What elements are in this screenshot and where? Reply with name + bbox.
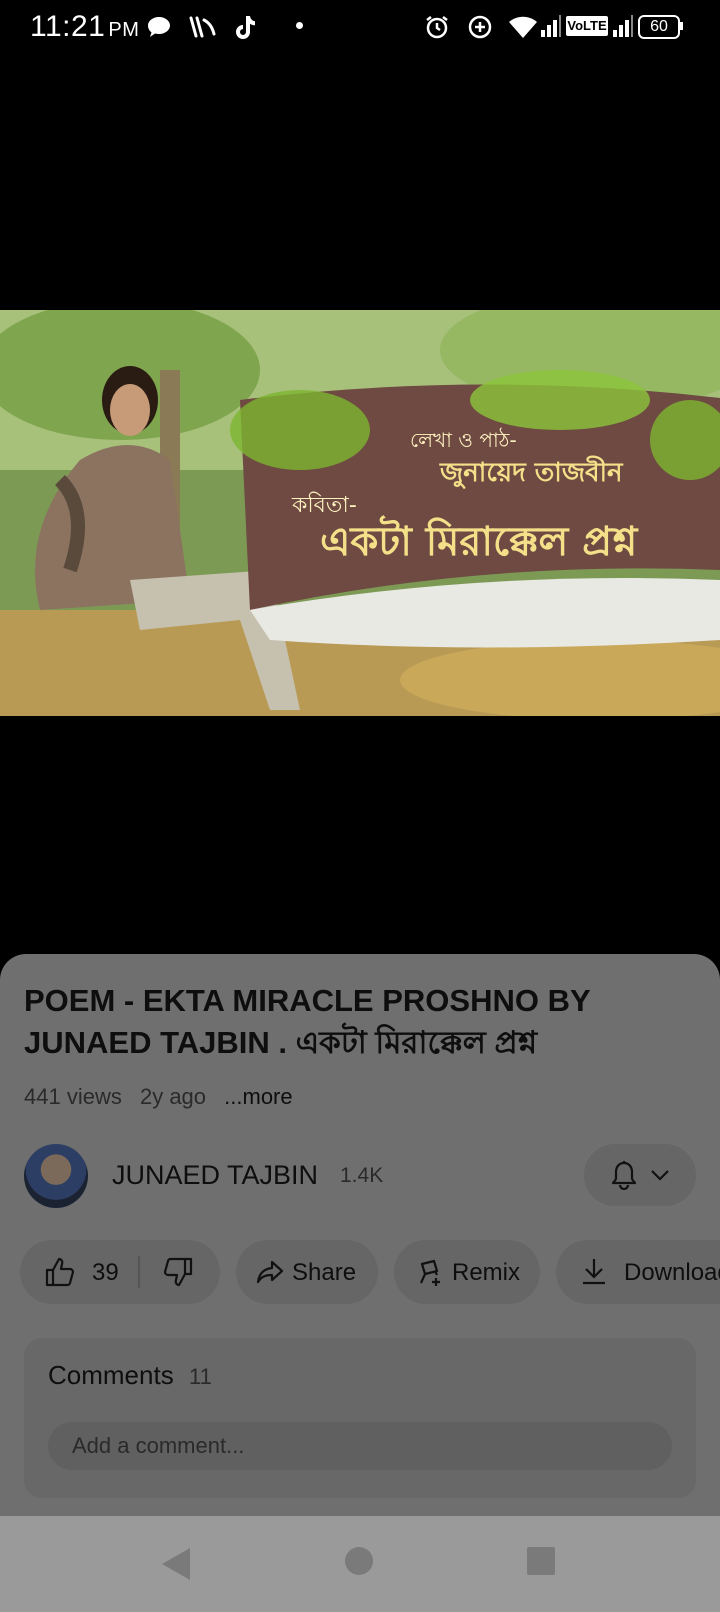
- video-details-sheet: POEM - EKTA MIRACLE PROSHNO BY JUNAED TA…: [0, 954, 720, 1516]
- home-nav-icon[interactable]: [344, 1546, 374, 1576]
- notification-bell-button[interactable]: [584, 1144, 696, 1206]
- add-comment-input[interactable]: [48, 1422, 672, 1470]
- alarm-icon: [426, 16, 448, 39]
- remix-icon: [419, 1259, 440, 1286]
- dislike-button[interactable]: [140, 1240, 220, 1304]
- overlay-author-name: জুনায়েদ তাজবীন: [440, 458, 623, 488]
- back-nav-icon[interactable]: [160, 1546, 192, 1582]
- comments-count: 11: [189, 1364, 212, 1389]
- status-time: 11:21 PM: [30, 10, 139, 44]
- video-player[interactable]: লেখা ও পাঠ- জুনায়েদ তাজবীন কবিতা- একটা …: [0, 310, 720, 716]
- share-arrow-icon: [256, 1260, 284, 1284]
- comments-panel[interactable]: Comments 11: [24, 1338, 696, 1498]
- channel-row: JUNAED TAJBIN 1.4K: [24, 1144, 696, 1208]
- more-link[interactable]: ...more: [224, 1084, 292, 1109]
- data-saver-icon: [468, 15, 492, 39]
- clock-ampm: PM: [108, 19, 140, 41]
- wave-app-icon: [189, 16, 216, 38]
- like-button[interactable]: 39: [20, 1240, 138, 1304]
- clock-time: 11:21: [30, 10, 106, 43]
- download-icon: [583, 1259, 605, 1285]
- thumbs-down-icon: [163, 1257, 193, 1287]
- signal-strength-icon-1: [541, 15, 561, 37]
- bell-icon: [611, 1161, 637, 1190]
- chevron-down-icon: [651, 1170, 669, 1181]
- volte-badge: VoLTE: [566, 16, 608, 36]
- upload-age: 2y ago: [139, 1084, 207, 1109]
- like-dislike-group: 39: [20, 1240, 220, 1304]
- chat-bubble-icon: [148, 17, 170, 37]
- subscriber-count: 1.4K: [340, 1164, 384, 1187]
- channel-avatar[interactable]: [24, 1144, 88, 1208]
- view-count: 441 views: [24, 1084, 122, 1109]
- action-buttons-row: 39 Share Remix Downloa: [20, 1240, 720, 1304]
- tiktok-icon: [236, 16, 255, 39]
- remix-button[interactable]: Remix: [394, 1240, 540, 1304]
- video-meta[interactable]: 441 views 2y ago ...more: [24, 1084, 305, 1110]
- wifi-icon: [509, 16, 537, 38]
- share-button[interactable]: Share: [236, 1240, 378, 1304]
- video-title[interactable]: POEM - EKTA MIRACLE PROSHNO BY JUNAED TA…: [24, 980, 694, 1064]
- comments-title: Comments: [48, 1360, 174, 1390]
- recents-nav-icon[interactable]: [526, 1546, 556, 1576]
- system-nav-bar: [0, 1516, 720, 1612]
- battery-level: 60: [650, 18, 668, 35]
- overlay-poem-title: একটা মিরাক্কেল প্রশ্ন: [320, 519, 638, 565]
- download-button[interactable]: Download: [556, 1240, 720, 1304]
- battery-icon: 60: [638, 15, 680, 39]
- status-bar: 11:21 PM VoLTE 60: [0, 0, 720, 54]
- remix-label: Remix: [452, 1259, 521, 1286]
- share-label: Share: [292, 1259, 357, 1286]
- channel-name[interactable]: JUNAED TAJBIN: [112, 1160, 318, 1191]
- signal-strength-icon-2: [613, 15, 633, 37]
- download-label: Download: [624, 1259, 720, 1286]
- notification-dot-icon: [296, 22, 303, 29]
- thumbs-up-icon: [45, 1257, 75, 1287]
- like-count: 39: [92, 1259, 119, 1286]
- battery-tip: [680, 22, 683, 30]
